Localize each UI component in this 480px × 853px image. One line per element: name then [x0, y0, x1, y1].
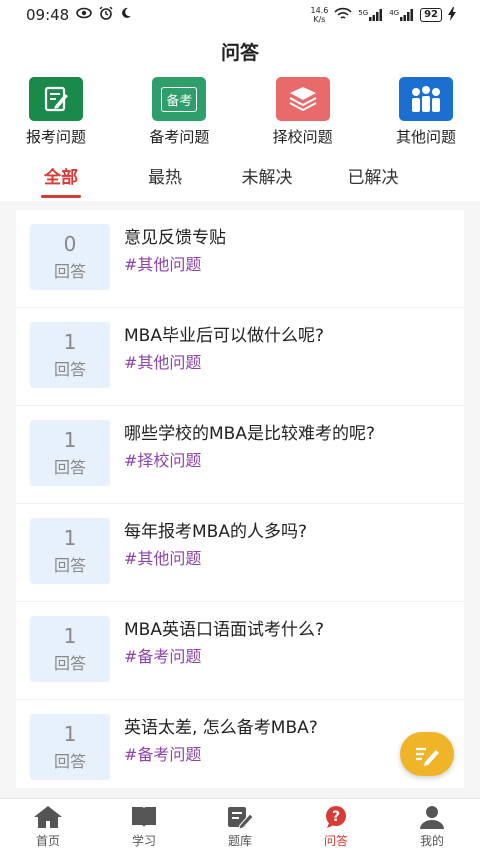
category-row: 报考问题 备考 备考问题 择校问题 其他问题 [0, 73, 480, 149]
alarm-icon [99, 6, 113, 24]
wifi-icon [334, 7, 352, 24]
answer-count-box: 1 回答 [30, 518, 110, 584]
moon-icon [120, 7, 132, 23]
profile-icon [420, 806, 444, 829]
answer-count: 0 [63, 232, 77, 256]
answer-count-label: 回答 [53, 752, 86, 771]
tab-hot[interactable]: 最热 [124, 149, 206, 201]
question-item[interactable]: 1 回答 MBA毕业后可以做什么呢? #其他问题 [16, 308, 464, 406]
nav-study[interactable]: 学习 [96, 799, 192, 853]
question-item[interactable]: 0 回答 意见反馈专贴 #其他问题 [16, 210, 464, 308]
category-registration[interactable]: 报考问题 [16, 73, 96, 149]
svg-text:?: ? [332, 809, 340, 825]
category-label: 报考问题 [25, 128, 86, 146]
category-label: 其他问题 [395, 128, 456, 146]
answer-count-label: 回答 [53, 654, 86, 673]
tab-all[interactable]: 全部 [20, 149, 102, 201]
answer-count-label: 回答 [53, 262, 86, 281]
answer-count: 1 [63, 722, 77, 746]
prep-exam-icon: 备考 [152, 77, 207, 121]
question-tag[interactable]: #其他问题 [124, 349, 324, 373]
books-stack-icon [275, 77, 330, 121]
question-title: MBA毕业后可以做什么呢? [124, 326, 324, 346]
question-tag[interactable]: #其他问题 [124, 545, 307, 569]
nav-question-bank[interactable]: 题库 [192, 799, 288, 853]
category-other[interactable]: 其他问题 [386, 73, 466, 149]
question-title: 每年报考MBA的人多吗? [124, 522, 307, 542]
eye-icon [76, 7, 93, 23]
question-list: 0 回答 意见反馈专贴 #其他问题 1 回答 MBA毕业后可以做什么呢? #其他… [16, 210, 464, 788]
battery-indicator: 92 [420, 8, 442, 22]
answer-count: 1 [63, 624, 77, 648]
answer-count-label: 回答 [53, 360, 86, 379]
category-school-choice[interactable]: 择校问题 [263, 73, 343, 149]
question-tag[interactable]: #备考问题 [124, 741, 318, 765]
nav-home[interactable]: 首页 [0, 799, 96, 853]
question-tag[interactable]: #其他问题 [124, 251, 226, 275]
answer-count-box: 1 回答 [30, 420, 110, 486]
answer-count-box: 1 回答 [30, 616, 110, 682]
charging-icon [448, 6, 456, 24]
page-title: 问答 [220, 42, 259, 64]
category-prep[interactable]: 备考 备考问题 [139, 73, 219, 149]
answer-count-box: 0 回答 [30, 224, 110, 290]
answer-count: 1 [63, 428, 77, 452]
people-group-icon [398, 77, 453, 121]
answer-count-label: 回答 [53, 556, 86, 575]
edit-pencil-icon [416, 747, 439, 766]
answer-count-box: 1 回答 [30, 714, 110, 780]
net-speed: 14.6 K/s [310, 6, 329, 24]
question-item[interactable]: 1 回答 英语太差, 怎么备考MBA? #备考问题 [16, 700, 464, 788]
answer-count: 1 [63, 526, 77, 550]
signal-4g-icon: 4G [389, 9, 414, 21]
nav-profile[interactable]: 我的 [384, 799, 480, 853]
bottom-nav: 首页 学习 题库 ? 问答 我的 [0, 798, 480, 853]
answer-count-label: 回答 [53, 458, 86, 477]
question-item[interactable]: 1 回答 每年报考MBA的人多吗? #其他问题 [16, 504, 464, 602]
status-bar: 09:48 14.6 K/s 5G 4G 92 [0, 0, 480, 30]
notebook-pen-icon [29, 77, 83, 121]
signal-5g-icon: 5G [358, 9, 383, 21]
answer-count: 1 [63, 330, 77, 354]
book-icon [132, 807, 156, 827]
question-title: MBA英语口语面试考什么? [124, 620, 324, 640]
answer-count-box: 1 回答 [30, 322, 110, 388]
question-item[interactable]: 1 回答 MBA英语口语面试考什么? #备考问题 [16, 602, 464, 700]
home-icon [34, 806, 62, 828]
filter-tabs: 全部 最热 未解决 已解决 [0, 149, 480, 201]
page-header: 问答 [0, 30, 480, 73]
question-bank-icon [228, 807, 254, 829]
tab-solved[interactable]: 已解决 [330, 149, 416, 201]
question-title: 意见反馈专贴 [124, 228, 226, 248]
question-tag[interactable]: #择校问题 [124, 447, 375, 471]
question-title: 英语太差, 怎么备考MBA? [124, 718, 318, 738]
category-label: 备考问题 [149, 128, 210, 146]
question-title: 哪些学校的MBA是比较难考的呢? [124, 424, 375, 444]
question-mark-icon: ? [326, 806, 346, 828]
question-tag[interactable]: #备考问题 [124, 643, 324, 667]
question-item[interactable]: 1 回答 哪些学校的MBA是比较难考的呢? #择校问题 [16, 406, 464, 504]
ask-question-button[interactable] [400, 732, 454, 776]
nav-qa[interactable]: ? 问答 [288, 799, 384, 853]
tab-unsolved[interactable]: 未解决 [224, 149, 310, 201]
category-label: 择校问题 [272, 128, 333, 146]
status-time: 09:48 [26, 6, 70, 24]
